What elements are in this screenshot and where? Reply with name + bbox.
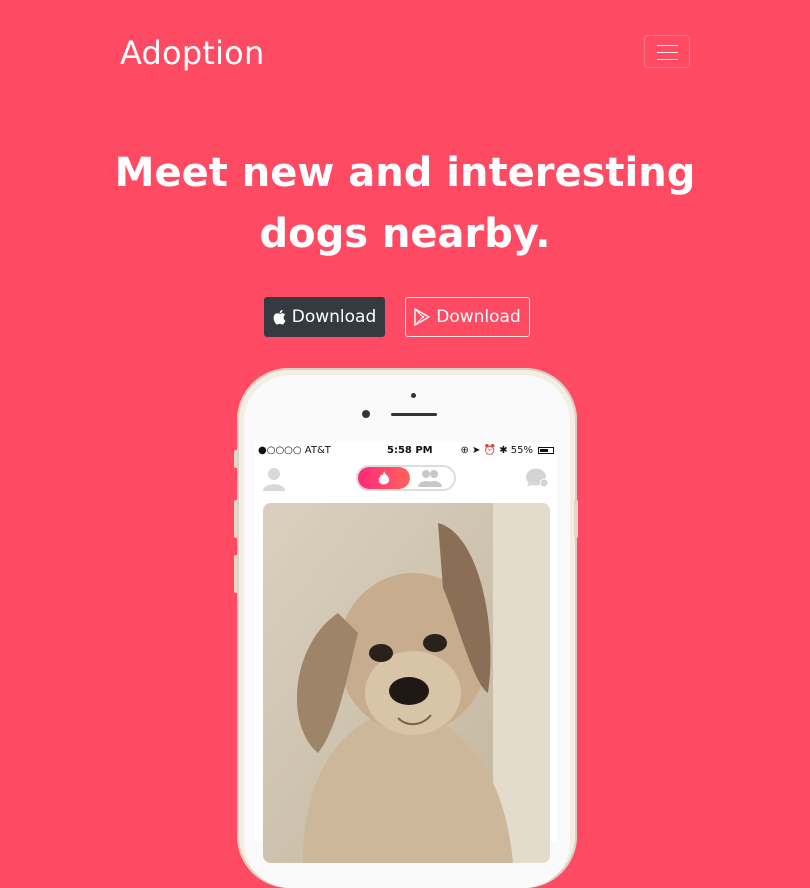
dog-profile-card[interactable]	[263, 503, 550, 863]
app-store-button-label: Download	[291, 307, 377, 327]
navbar-toggle-button[interactable]	[644, 35, 690, 68]
phone-sensor	[411, 393, 416, 398]
apple-icon	[273, 309, 286, 325]
carrier-label: ●○○○○ AT&T	[258, 445, 331, 456]
hamburger-icon-bar	[657, 59, 678, 60]
phone-screen: ●○○○○ AT&T 5:58 PM ⊕ ➤ ⏰ ✱ 55%	[255, 442, 557, 863]
app-toolbar	[255, 462, 557, 496]
google-play-download-button[interactable]: Download	[405, 297, 530, 337]
phone-side-button	[574, 500, 578, 538]
flame-icon	[378, 470, 390, 484]
phone-side-button	[234, 500, 238, 538]
app-store-download-button[interactable]: Download	[264, 297, 385, 337]
navbar-brand[interactable]: Adoption	[120, 34, 264, 72]
navbar: Adoption	[0, 0, 810, 110]
phone-camera	[362, 410, 370, 418]
hamburger-icon-bar	[657, 52, 678, 53]
hamburger-icon	[657, 45, 678, 46]
profile-icon[interactable]	[263, 467, 285, 491]
phone-side-button	[234, 450, 238, 468]
flame-tab[interactable]	[358, 467, 410, 489]
status-icons: ⊕ ➤ ⏰ ✱	[460, 445, 511, 456]
headline-line: dogs nearby.	[259, 211, 551, 257]
phone-speaker	[391, 413, 437, 416]
battery-label: 55%	[510, 445, 533, 456]
status-bar: ●○○○○ AT&T 5:58 PM ⊕ ➤ ⏰ ✱ 55%	[255, 442, 557, 460]
phone-side-button	[234, 555, 238, 593]
group-icon[interactable]	[418, 469, 442, 487]
status-time: 5:58 PM	[387, 445, 433, 456]
battery-percent: ⊕ ➤ ⏰ ✱ 55%	[460, 445, 533, 456]
battery-icon	[538, 447, 554, 454]
chat-icon[interactable]	[525, 467, 549, 489]
dog-photo	[263, 503, 550, 863]
play-store-button-label: Download	[436, 307, 521, 327]
headline-line: Meet new and interesting	[114, 150, 696, 196]
mode-switch[interactable]	[356, 465, 456, 491]
play-store-icon	[414, 308, 430, 326]
hero-headline: Meet new and interesting dogs nearby.	[0, 143, 810, 265]
